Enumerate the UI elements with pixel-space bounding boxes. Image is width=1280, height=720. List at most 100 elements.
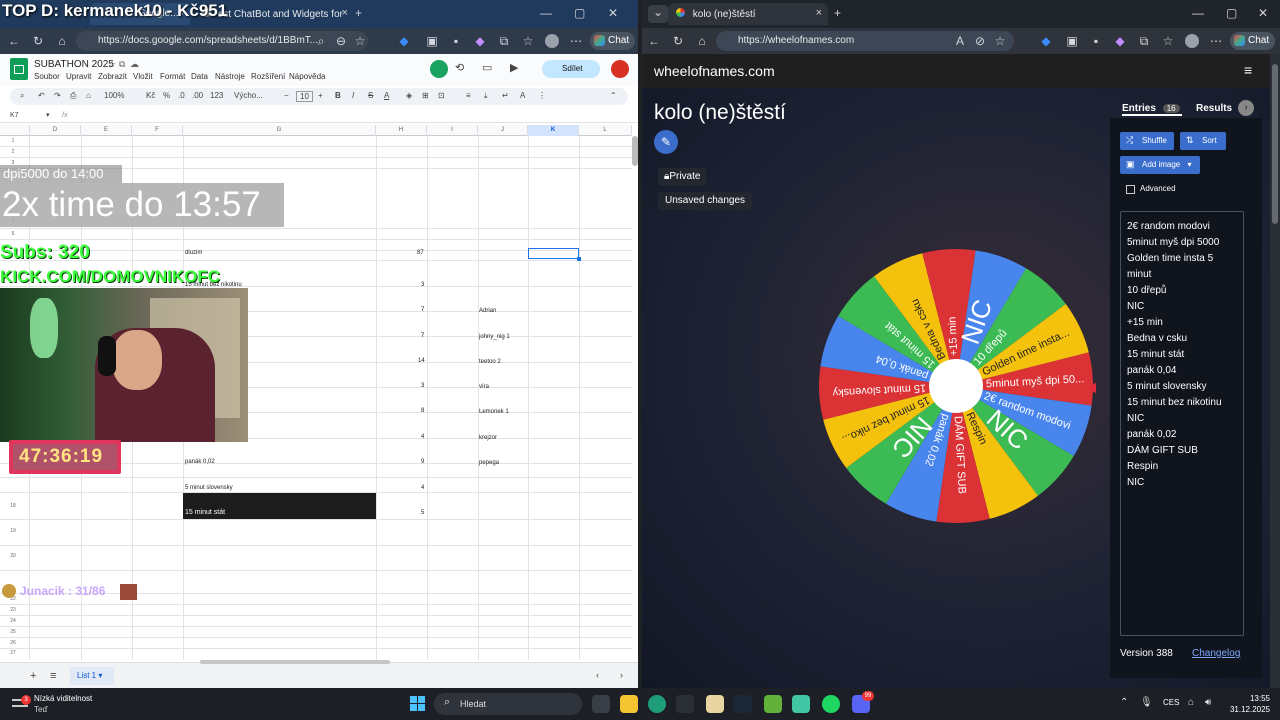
- tab-wheelofnames[interactable]: kolo (ne)štěstí ×: [668, 3, 828, 25]
- cell-j[interactable]: johny_nig 1: [479, 334, 510, 340]
- cell-h[interactable]: 14: [418, 358, 425, 364]
- more-icon[interactable]: ⋯: [568, 33, 584, 49]
- tab-actions-icon[interactable]: ⌄: [648, 5, 668, 23]
- row-number[interactable]: 26: [0, 640, 26, 646]
- cell-j[interactable]: víra: [479, 384, 489, 390]
- language-indicator[interactable]: CES: [1163, 698, 1179, 707]
- column-header-i[interactable]: I: [427, 125, 478, 136]
- add-image-button[interactable]: ▣ Add image ▾: [1120, 156, 1200, 174]
- entries-textarea[interactable]: 2€ random modovi 5minut myš dpi 5000 Golde…: [1120, 211, 1244, 636]
- star-icon[interactable]: ☆: [992, 33, 1008, 49]
- undo-icon[interactable]: ↶: [38, 91, 45, 100]
- spotify-icon[interactable]: [822, 695, 840, 713]
- row-number[interactable]: 6: [0, 231, 26, 237]
- text-color-icon[interactable]: A: [384, 91, 389, 100]
- task-view-icon[interactable]: [592, 695, 610, 713]
- page-scrollbar[interactable]: [1270, 54, 1280, 688]
- extension-icon[interactable]: ▪: [1088, 33, 1104, 49]
- gemini-icon[interactable]: [430, 60, 448, 78]
- more-icon[interactable]: ⋯: [1208, 33, 1224, 49]
- weather-icon[interactable]: 3: [12, 695, 31, 712]
- more-formats-button[interactable]: 123: [210, 91, 223, 100]
- text-wrap-icon[interactable]: ↵: [502, 91, 509, 100]
- taskbar-search[interactable]: ⌕ Hledat: [434, 693, 582, 715]
- menu-insert[interactable]: Vložit: [133, 72, 153, 81]
- sheets-logo-icon[interactable]: [10, 58, 28, 80]
- column-header-j[interactable]: J: [478, 125, 528, 136]
- borders-icon[interactable]: ⊞: [422, 91, 429, 100]
- history-icon[interactable]: ⟲: [455, 61, 464, 74]
- hamburger-menu-icon[interactable]: ≡: [1244, 62, 1252, 78]
- cell-h[interactable]: 4: [421, 485, 424, 491]
- column-header-g[interactable]: G: [183, 125, 376, 136]
- close-window-icon[interactable]: ✕: [1258, 6, 1268, 20]
- explore-icon[interactable]: ›: [620, 670, 623, 680]
- row-number[interactable]: 1: [0, 138, 26, 144]
- percent-format-button[interactable]: %: [163, 91, 170, 100]
- row-number[interactable]: 24: [0, 618, 26, 624]
- more-icon[interactable]: ⋮: [538, 91, 546, 100]
- volume-icon[interactable]: 🔊︎: [1205, 697, 1211, 708]
- entry-line[interactable]: minut: [1127, 267, 1243, 283]
- close-icon[interactable]: ×: [816, 7, 822, 19]
- fill-handle[interactable]: [577, 257, 581, 261]
- discord-icon[interactable]: 99: [852, 691, 874, 713]
- entries-tab[interactable]: Entries 16: [1122, 103, 1180, 114]
- sheet-tab[interactable]: List 1 ▾: [70, 667, 114, 685]
- menu-help[interactable]: Nápověda: [289, 72, 325, 81]
- search-menus-icon[interactable]: ⌕: [20, 91, 24, 101]
- entry-line[interactable]: 15 minut stát: [1127, 347, 1243, 363]
- reload-icon[interactable]: ↻: [670, 33, 686, 49]
- avatar[interactable]: [544, 33, 560, 49]
- row-number[interactable]: 2: [0, 149, 26, 155]
- cell-h[interactable]: 3: [421, 282, 424, 288]
- extension-icon[interactable]: ◆: [396, 33, 412, 49]
- decrease-decimal-button[interactable]: .0: [178, 91, 185, 100]
- cell-j[interactable]: Adrian: [479, 308, 496, 314]
- chevron-up-icon[interactable]: ⌃: [1120, 697, 1128, 708]
- chevron-down-icon[interactable]: ▾: [46, 111, 50, 119]
- edge-icon[interactable]: [648, 695, 666, 713]
- fill-color-icon[interactable]: ◈: [406, 91, 412, 100]
- entry-line[interactable]: 15 minut bez nikotinu: [1127, 395, 1243, 411]
- search-icon[interactable]: ⌕: [313, 33, 329, 49]
- font-select[interactable]: Výcho...: [234, 91, 263, 100]
- menu-format[interactable]: Formát: [160, 72, 185, 81]
- steam-icon[interactable]: [734, 695, 752, 713]
- wheel[interactable]: 5minut myš dpi 50...2€ random modoviNICR…: [816, 246, 1096, 526]
- paint-format-icon[interactable]: ⌂: [86, 91, 91, 100]
- star-icon[interactable]: ☆: [108, 59, 116, 70]
- document-title[interactable]: SUBATHON 2025: [34, 59, 114, 70]
- cell-j[interactable]: Lemonek 1: [479, 409, 509, 415]
- meet-icon[interactable]: ▶: [510, 61, 518, 74]
- bold-button[interactable]: B: [335, 91, 341, 100]
- merge-cells-icon[interactable]: ⊡: [438, 91, 445, 100]
- new-tab-icon[interactable]: +: [355, 6, 362, 20]
- back-icon[interactable]: ←: [646, 33, 662, 49]
- row-number[interactable]: 19: [0, 528, 26, 534]
- home-icon[interactable]: ⌂: [54, 33, 70, 49]
- clock-time[interactable]: 13:55: [1226, 694, 1270, 703]
- menu-data[interactable]: Data: [191, 72, 208, 81]
- wheel-center[interactable]: [929, 359, 983, 413]
- increase-font-icon[interactable]: +: [318, 91, 323, 100]
- row-number[interactable]: 27: [0, 650, 26, 656]
- tracking-icon[interactable]: ⊘: [972, 33, 988, 49]
- move-folder-icon[interactable]: ⧉: [119, 59, 125, 70]
- restore-icon[interactable]: ▢: [574, 6, 585, 20]
- clock-date[interactable]: 31.12.2025: [1222, 705, 1270, 714]
- chevron-down-icon[interactable]: ▾: [98, 671, 102, 680]
- scrollbar-thumb[interactable]: [1272, 64, 1278, 224]
- row-number[interactable]: 25: [0, 629, 26, 635]
- cell-g[interactable]: 15 minut stát: [185, 509, 225, 516]
- cell-j[interactable]: pepega: [479, 460, 499, 466]
- cell-h[interactable]: 3: [421, 383, 424, 389]
- advanced-checkbox[interactable]: [1126, 185, 1135, 194]
- cell-h[interactable]: 5: [421, 510, 424, 516]
- sort-button[interactable]: ⇅ Sort: [1180, 132, 1226, 150]
- entry-line[interactable]: Respin: [1127, 459, 1243, 475]
- changelog-link[interactable]: Changelog: [1192, 648, 1240, 659]
- text-rotation-icon[interactable]: A: [520, 91, 525, 100]
- chevron-up-icon[interactable]: ⌃: [610, 91, 617, 100]
- menu-file[interactable]: Soubor: [34, 72, 60, 81]
